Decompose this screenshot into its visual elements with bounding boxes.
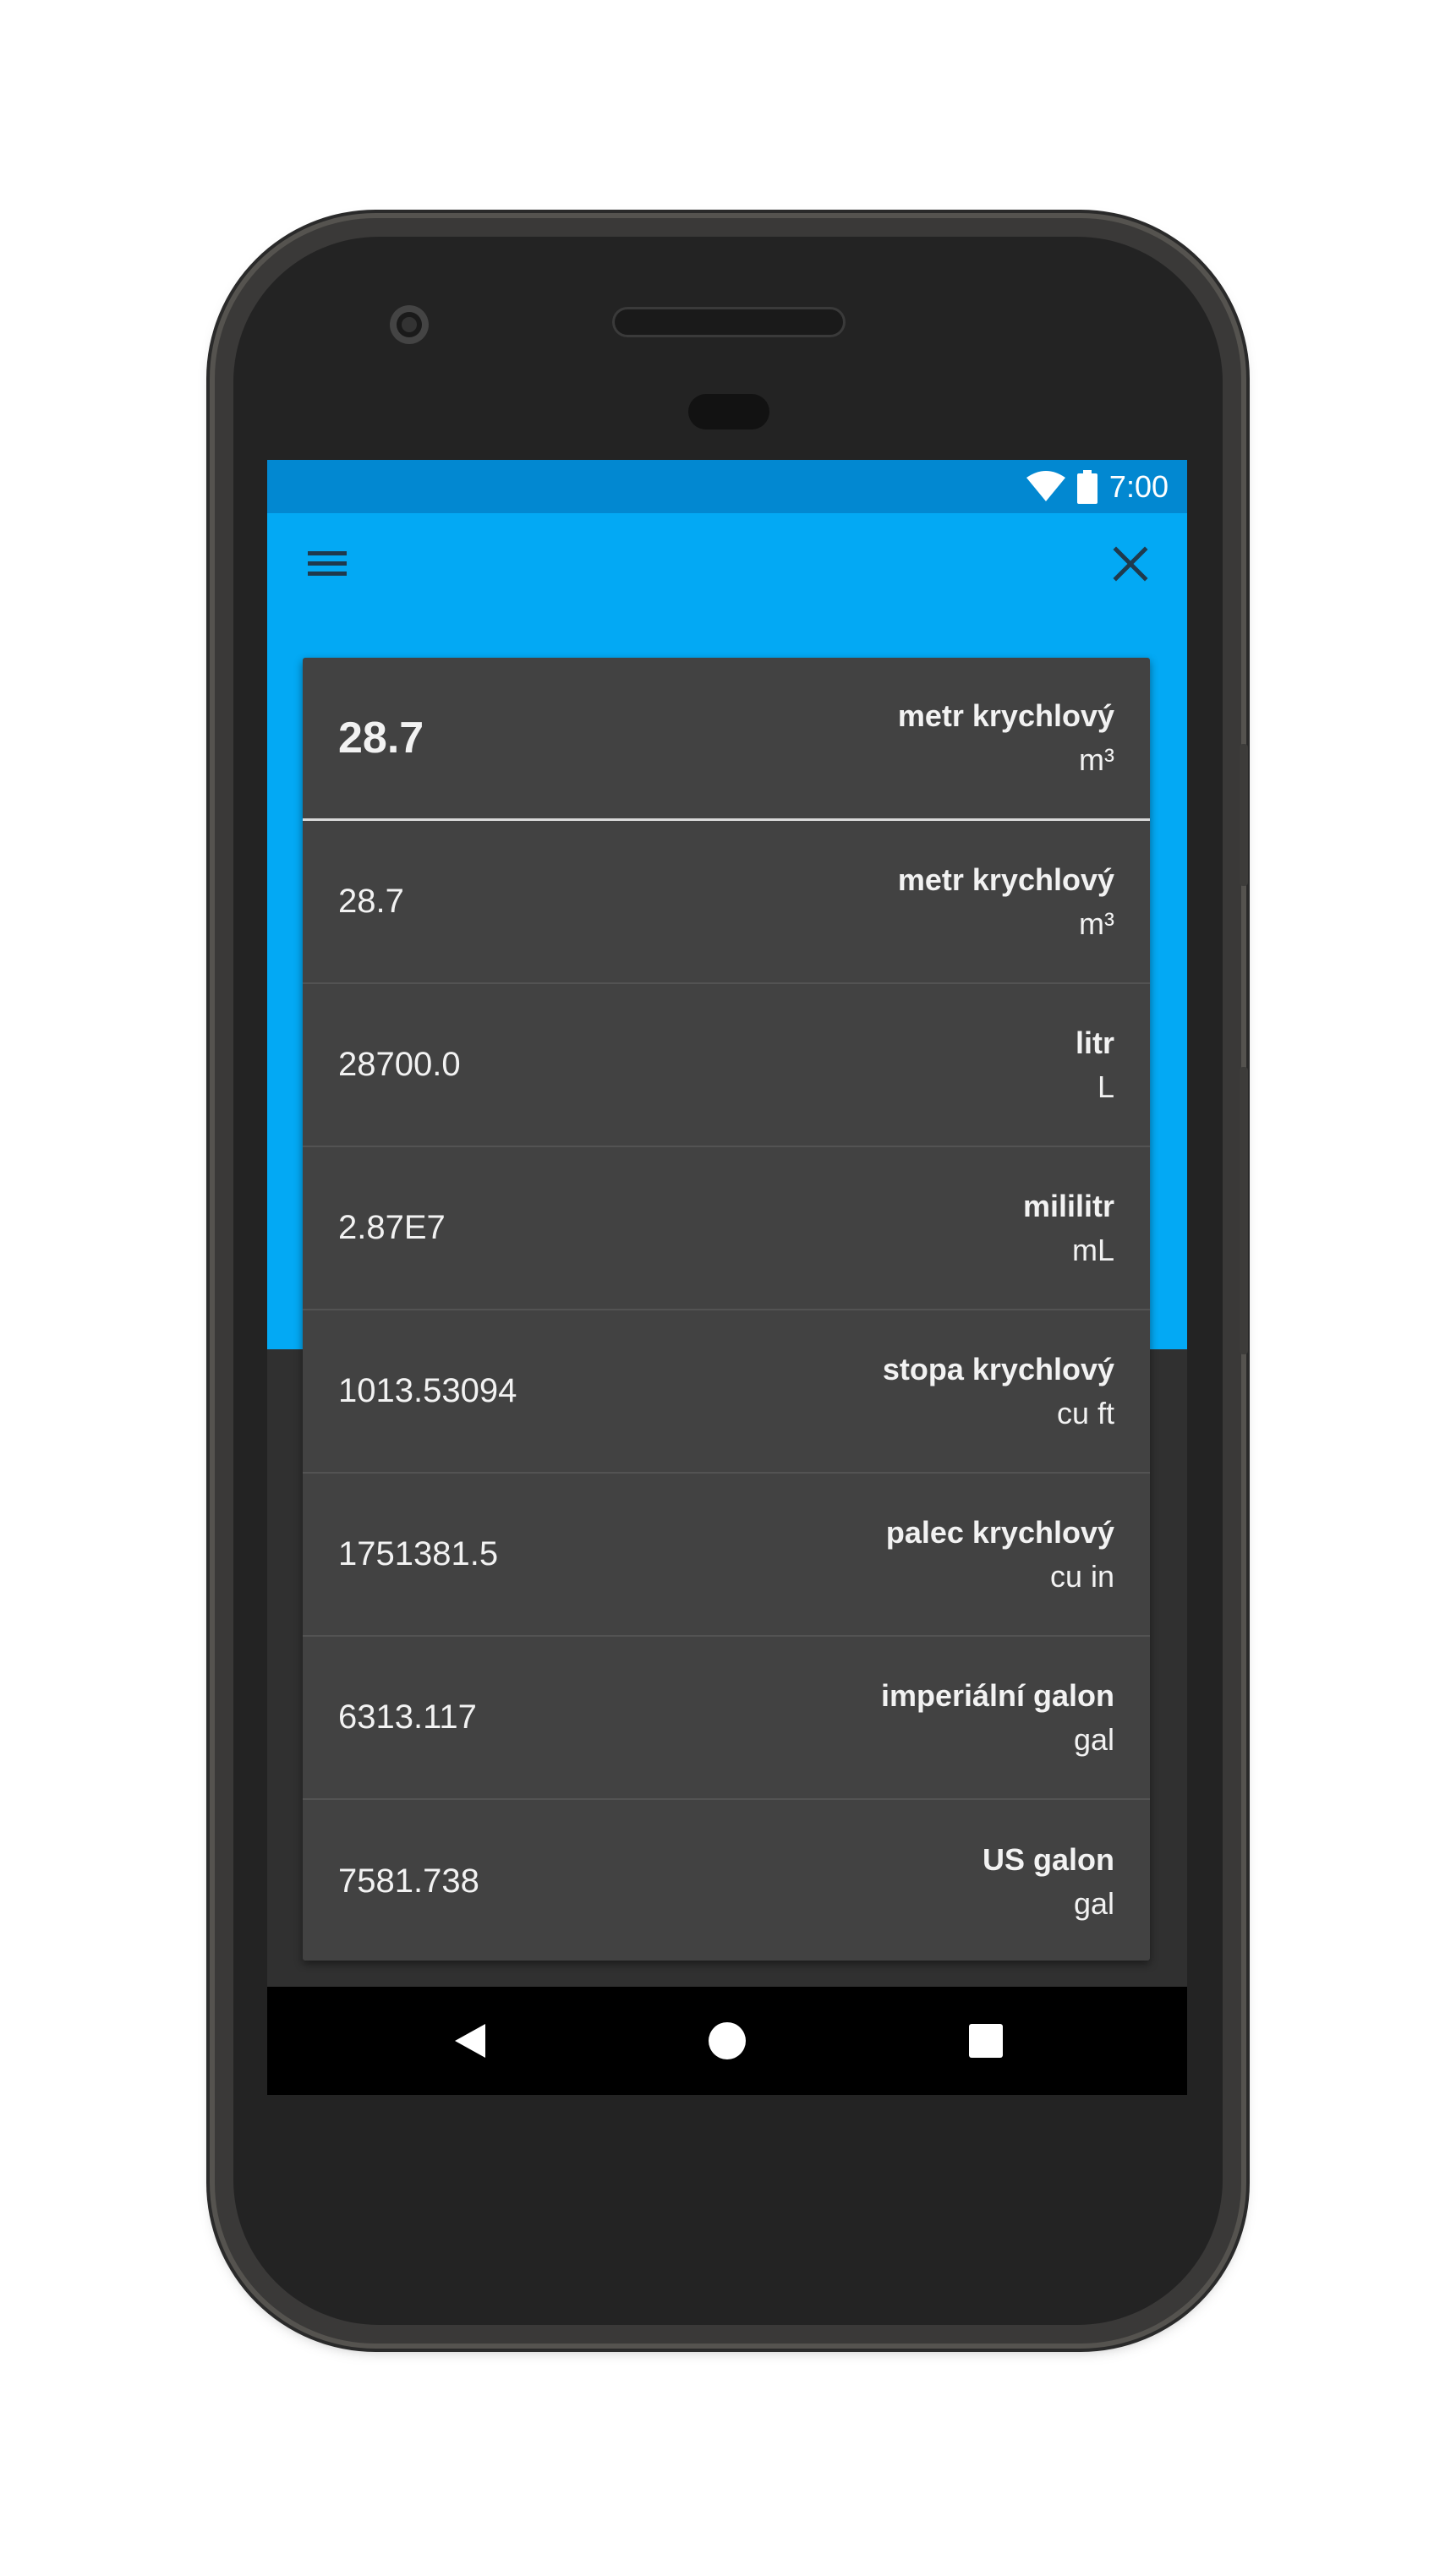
unit-name: mililitr [1022, 1188, 1114, 1223]
unit-name: metr krychlový [897, 698, 1114, 733]
volume-button [1240, 1067, 1248, 1354]
unit-abbr: gal [1073, 1721, 1114, 1757]
status-bar: 7:00 [267, 460, 1187, 513]
input-row[interactable]: 28.7 metr krychlový m³ [303, 658, 1150, 821]
unit-name: metr krychlový [897, 861, 1114, 897]
unit-abbr: m³ [1079, 742, 1114, 777]
result-row[interactable]: 28.7 metr krychlový m³ [303, 821, 1150, 984]
result-value: 28.7 [338, 883, 404, 920]
power-button [1240, 744, 1248, 886]
front-camera [390, 305, 429, 344]
unit-abbr: cu ft [1056, 1395, 1114, 1430]
status-time: 7:00 [1108, 468, 1169, 504]
conversion-card: 28.7 metr krychlový m³ 28.7 metr krychlo… [303, 658, 1150, 1961]
result-row[interactable]: 7581.738 US galon gal [303, 1800, 1150, 1961]
back-icon[interactable] [419, 1987, 521, 2095]
close-icon[interactable] [1108, 541, 1153, 587]
result-row[interactable]: 2.87E7 mililitr mL [303, 1147, 1150, 1310]
wifi-icon [1026, 470, 1065, 501]
unit-abbr: gal [1073, 1885, 1114, 1921]
unit-abbr: L [1097, 1069, 1114, 1104]
unit-abbr: cu in [1049, 1558, 1114, 1594]
result-value: 7581.738 [338, 1862, 479, 1900]
screen: 7:00 28.7 metr krychlový m³ 28.7 metr kr… [267, 460, 1187, 2095]
result-value: 28700.0 [338, 1046, 461, 1083]
input-value[interactable]: 28.7 [338, 713, 424, 763]
proximity-sensor [688, 394, 769, 429]
unit-name: US galon [982, 1841, 1114, 1877]
navigation-bar [267, 1987, 1187, 2095]
input-unit[interactable]: metr krychlový m³ [898, 694, 1114, 782]
home-icon[interactable] [676, 1987, 778, 2095]
unit-name: imperiální galon [880, 1677, 1114, 1713]
earpiece-speaker [615, 309, 843, 335]
result-row[interactable]: 1751381.5 palec krychlový cu in [303, 1474, 1150, 1637]
result-row[interactable]: 28700.0 litr L [303, 984, 1150, 1147]
hamburger-menu-icon[interactable] [306, 543, 348, 585]
result-row[interactable]: 1013.53094 stopa krychlový cu ft [303, 1310, 1150, 1474]
unit-name: palec krychlový [885, 1514, 1114, 1550]
unit-name: stopa krychlový [882, 1351, 1114, 1386]
result-value: 2.87E7 [338, 1209, 446, 1246]
recents-icon[interactable] [935, 1987, 1037, 2095]
result-row[interactable]: 6313.117 imperiální galon gal [303, 1637, 1150, 1800]
unit-name: litr [1075, 1025, 1114, 1060]
unit-abbr: m³ [1079, 905, 1114, 941]
unit-abbr: mL [1071, 1232, 1114, 1267]
battery-icon [1076, 469, 1097, 504]
result-value: 6313.117 [338, 1698, 477, 1736]
result-value: 1013.53094 [338, 1372, 517, 1409]
result-value: 1751381.5 [338, 1535, 499, 1572]
